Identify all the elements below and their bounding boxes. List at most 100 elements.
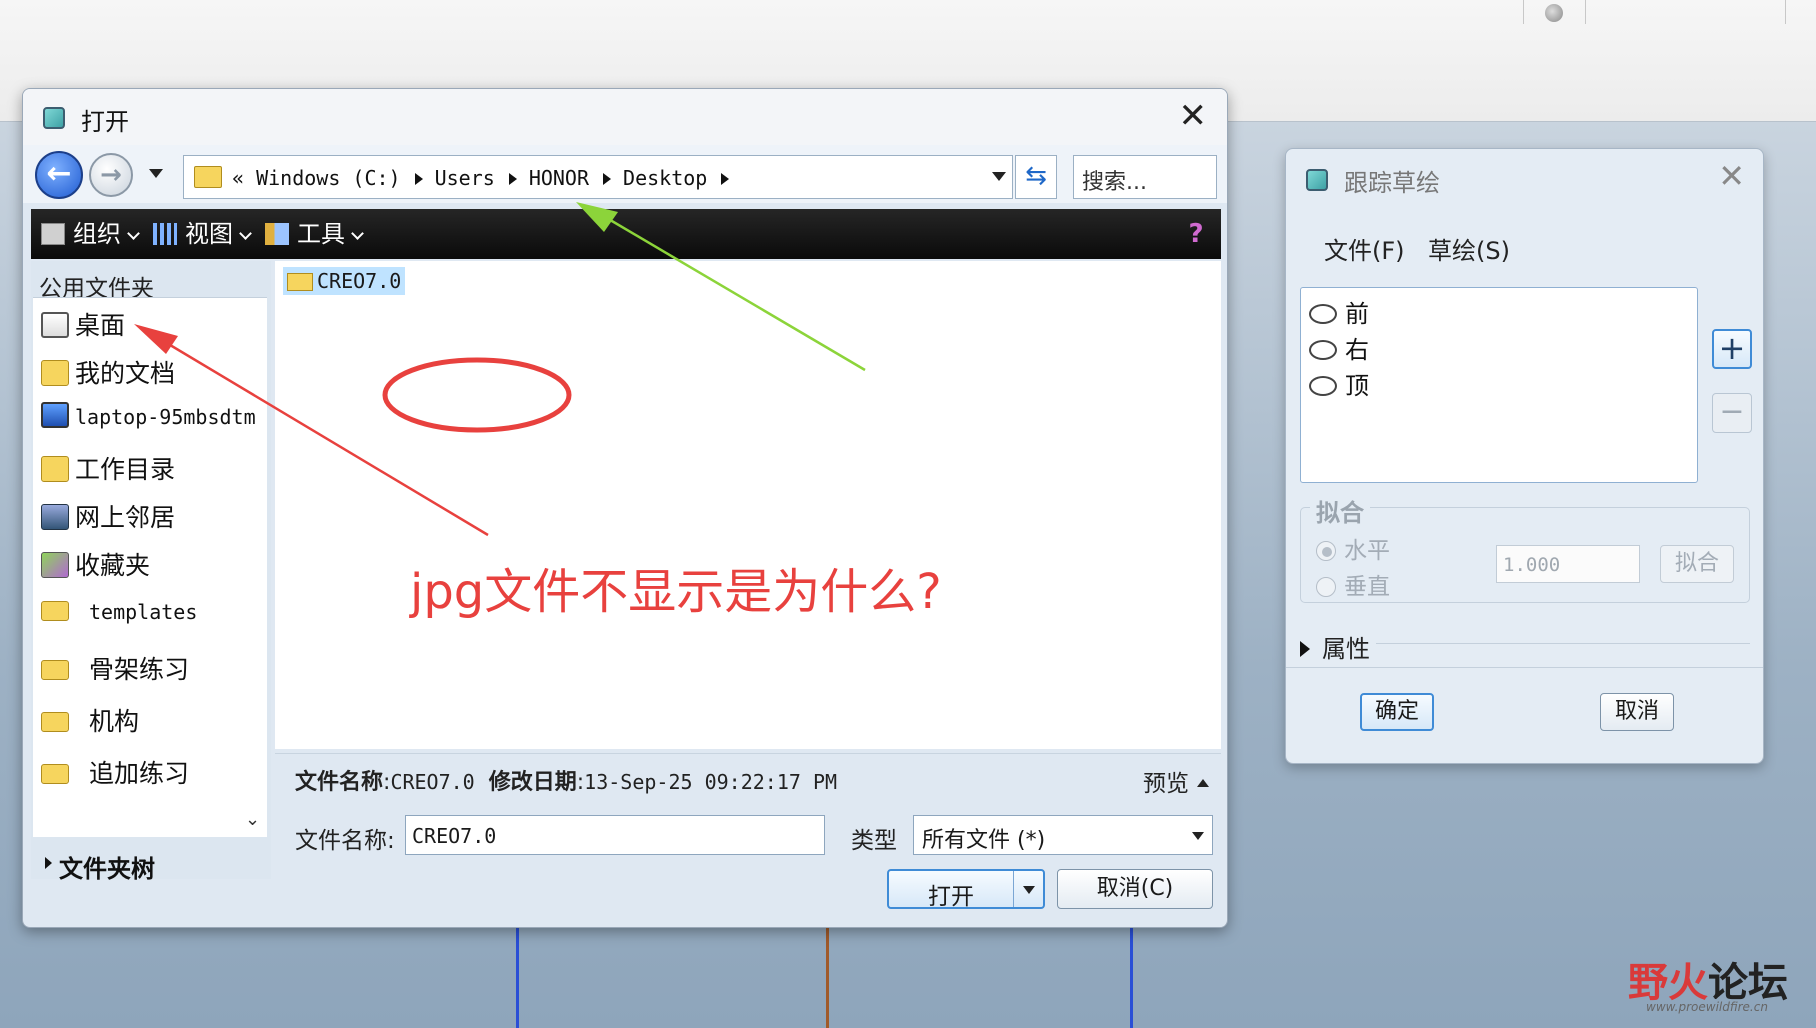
navigation-bar: ← → « Windows (C:) Users HONOR Desktop ⇆ 搜索… [23,145,1227,203]
address-bar[interactable]: « Windows (C:) Users HONOR Desktop [183,155,1013,199]
modified-date-value: 13-Sep-25 09:22:17 PM [584,770,838,794]
history-dropdown-icon[interactable] [149,169,163,178]
organize-menu[interactable]: 组织 [41,219,140,249]
view-label: 视图 [185,220,233,248]
documents-icon [41,360,69,386]
sidebar-item-working-directory[interactable]: 工作目录 [41,450,175,486]
list-item-top[interactable]: 顶 [1309,366,1369,401]
ribbon-separator [1785,0,1786,24]
sketch-dialog-title: 跟踪草绘 [1344,169,1440,197]
fit-group-title: 拟合 [1310,493,1370,528]
common-folders-panel: 公用文件夹 桌面 我的文档 laptop-95mbsdtm 工作目录 网上邻居 … [31,261,271,883]
filename-input[interactable]: CREO7.0 [405,815,825,855]
fit-value-input[interactable]: 1.000 [1496,545,1640,583]
back-arrow-icon[interactable]: ← [35,151,83,199]
canvas-line [1130,925,1133,1028]
split-divider [1013,871,1014,907]
menu-sketch[interactable]: 草绘(S) [1428,231,1510,266]
sidebar-item-label: 我的文档 [75,359,176,388]
open-dialog: 打开 ✕ ← → « Windows (C:) Users HONOR Desktop… [22,88,1228,928]
sidebar-item-label: laptop-95mbsdtm [75,405,256,429]
file-list-item[interactable]: CREO7.0 [283,267,406,295]
cancel-button[interactable]: 取消 [1600,693,1674,731]
sidebar-item-computer[interactable]: laptop-95mbsdtm [41,402,256,429]
file-list: CREO7.0 [275,261,1221,749]
settings-knob-icon[interactable] [1545,4,1563,22]
horizontal-radio[interactable]: 水平 [1316,531,1390,565]
folder-icon [287,273,313,291]
network-icon [41,504,69,530]
vertical-radio[interactable]: 垂直 [1316,567,1390,601]
open-dialog-title: 打开 [81,108,129,136]
favorites-icon [41,552,69,578]
creo-app-icon [1306,169,1328,191]
horizontal-label: 水平 [1344,538,1390,564]
sidebar-item-extra-practice[interactable]: 追加练习 [41,754,189,790]
list-item-front[interactable]: 前 [1309,294,1369,329]
expand-arrow-icon [45,857,52,869]
list-item-label: 右 [1345,336,1369,364]
modified-date-label: 修改日期 [488,770,577,795]
properties-toggle[interactable]: 属性 [1300,629,1370,664]
sidebar-item-network[interactable]: 网上邻居 [41,498,175,534]
scroll-down-icon[interactable]: ⌄ [245,809,260,830]
close-icon[interactable]: ✕ [1718,157,1745,195]
breadcrumb-chevron-icon[interactable] [414,172,423,185]
file-type-select[interactable]: 所有文件 (*) [913,815,1213,855]
breadcrumb-item-users[interactable]: Users [435,166,495,190]
folder-icon [41,601,69,621]
filename-label: 文件名称: [295,828,395,854]
sidebar-item-skeleton-practice[interactable]: 骨架练习 [41,650,189,686]
refresh-icon[interactable]: ⇆ [1015,155,1057,199]
folder-icon [41,712,69,732]
sidebar-item-favorites[interactable]: 收藏夹 [41,546,150,582]
sidebar-item-label: 桌面 [75,311,126,340]
type-label: 类型 [851,828,897,854]
list-item-right[interactable]: 右 [1309,330,1369,365]
breadcrumb-item-honor[interactable]: HONOR [529,166,589,190]
folder-icon [194,166,222,188]
sidebar-item-templates[interactable]: templates [41,600,197,624]
breadcrumb-chevron-icon[interactable] [508,172,517,185]
sidebar-item-mechanism[interactable]: 机构 [41,702,139,738]
sidebar-item-my-documents[interactable]: 我的文档 [41,354,175,390]
folder-tree-toggle[interactable]: 文件夹树 [31,847,271,883]
dialog-footer: 文件名称: CREO7.0 类型 所有文件 (*) 打开 取消(C) [275,801,1225,927]
computer-icon [41,402,69,428]
context-help-icon[interactable]: ? [1181,219,1211,249]
common-folders-list: 桌面 我的文档 laptop-95mbsdtm 工作目录 网上邻居 收藏夹 te… [33,297,267,837]
breadcrumb-item-desktop[interactable]: Desktop [623,166,707,190]
chevron-down-icon [351,227,364,240]
organize-icon [41,223,65,245]
breadcrumb-chevron-icon[interactable] [721,172,730,185]
file-name: CREO7.0 [317,269,402,293]
breadcrumb-chevron-icon[interactable] [603,172,612,185]
search-input[interactable]: 搜索... [1073,155,1217,199]
menu-file[interactable]: 文件(F) [1324,231,1405,266]
preview-toggle[interactable]: 预览 [1143,764,1209,798]
sidebar-item-label: 收藏夹 [75,551,151,580]
sidebar-item-desktop[interactable]: 桌面 [41,306,125,342]
sidebar-item-label: 机构 [89,707,140,736]
open-options-dropdown-icon[interactable] [1023,886,1035,894]
radio-dot-icon [1316,541,1336,561]
ok-button[interactable]: 确定 [1360,693,1434,731]
file-name-value: CREO7.0 [390,770,475,794]
close-icon[interactable]: ✕ [1179,99,1208,133]
breadcrumb-prefix[interactable]: « [232,166,244,190]
open-dialog-titlebar: 打开 ✕ [23,89,1227,145]
breadcrumb-item-drive[interactable]: Windows (C:) [256,166,401,190]
add-button[interactable]: + [1712,329,1752,369]
cancel-button[interactable]: 取消(C) [1057,869,1213,909]
view-menu[interactable]: 视图 [153,219,252,249]
remove-button[interactable]: − [1712,393,1752,433]
tools-menu[interactable]: 工具 [265,219,364,249]
forward-arrow-icon[interactable]: → [89,153,133,197]
address-dropdown-icon[interactable] [992,172,1006,181]
properties-label: 属性 [1322,635,1370,663]
chevron-up-icon [1197,779,1209,787]
fit-button[interactable]: 拟合 [1660,545,1734,583]
list-item-label: 顶 [1345,372,1369,400]
chevron-down-icon [127,227,140,240]
open-button[interactable]: 打开 [887,869,1045,910]
